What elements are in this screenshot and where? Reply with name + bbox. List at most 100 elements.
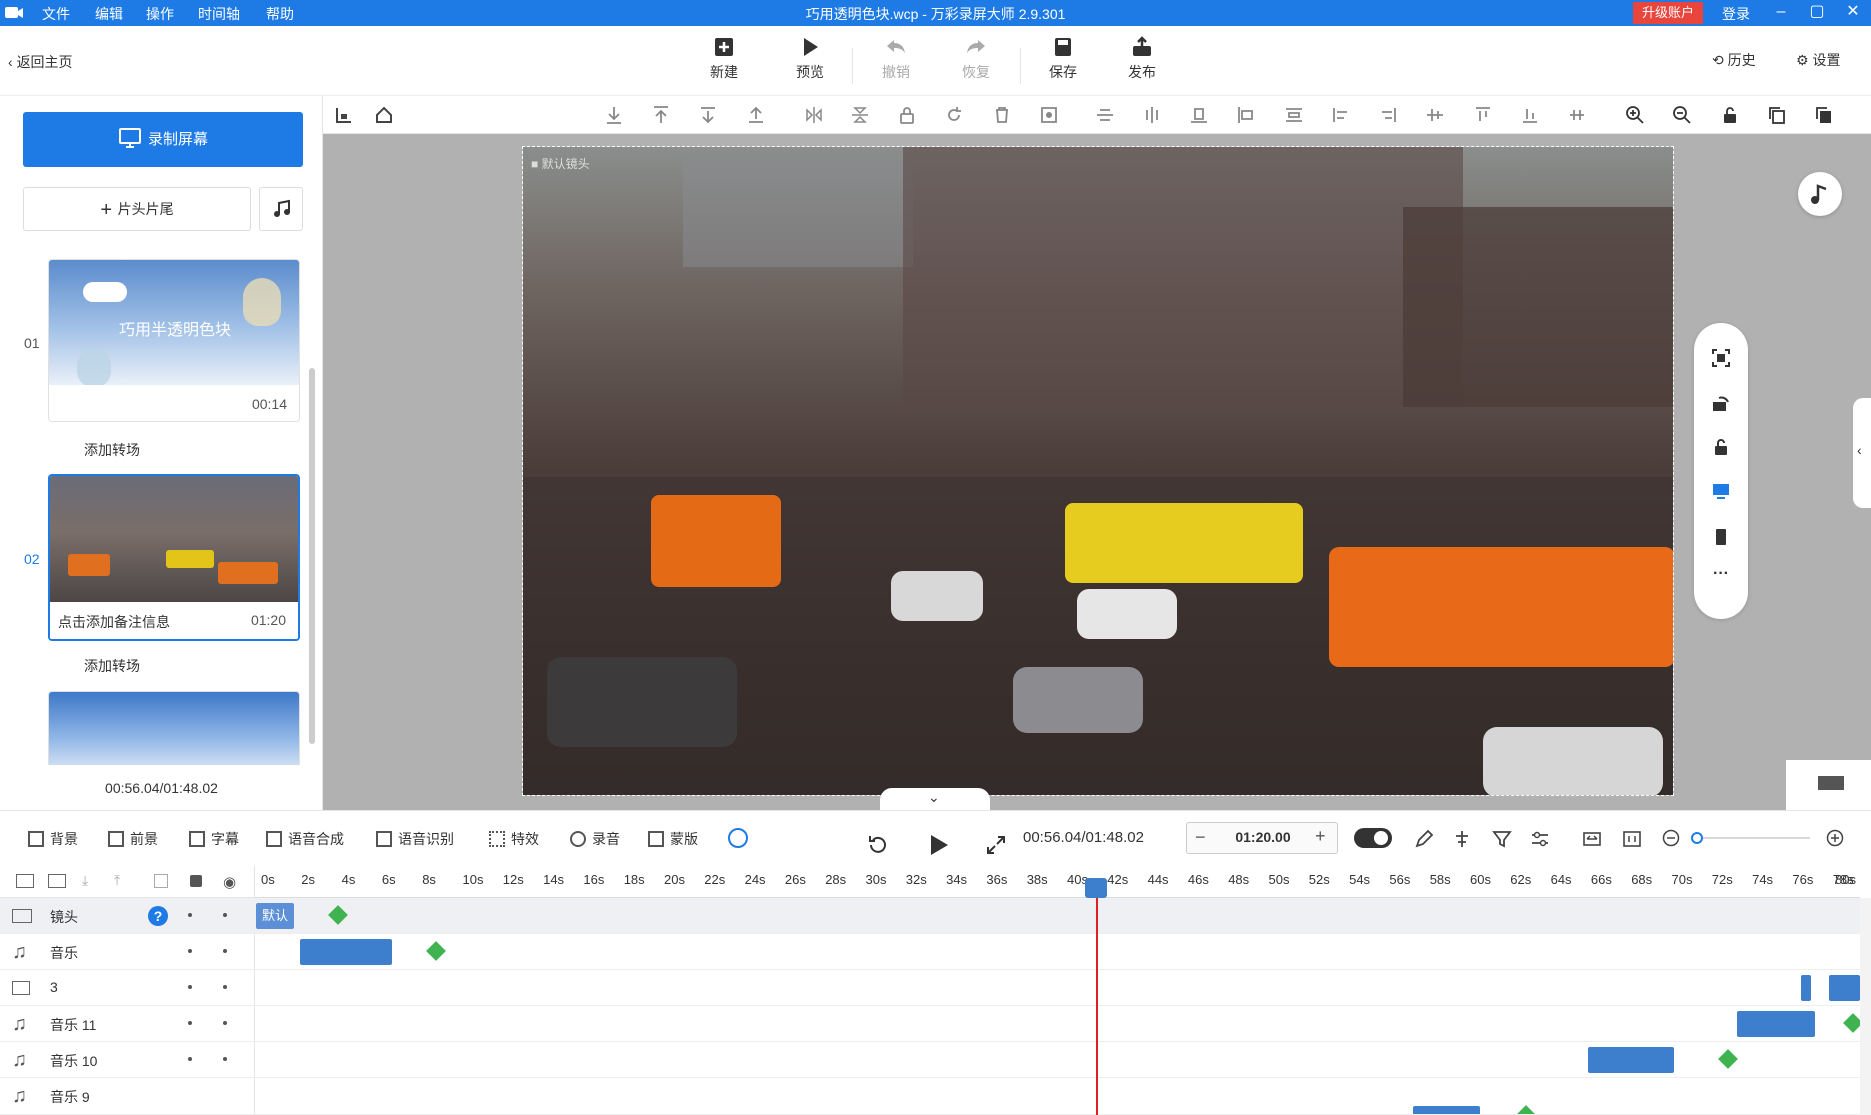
scene-card-02[interactable]: 点击添加备注信息 01:20: [48, 474, 300, 641]
audio-clip[interactable]: [1588, 1047, 1674, 1073]
visible-dot[interactable]: [223, 985, 227, 989]
audio-clip[interactable]: [1413, 1106, 1480, 1114]
duration-stepper[interactable]: − 01:20.00 +: [1186, 822, 1338, 854]
replay-icon[interactable]: [866, 833, 890, 857]
crop-icon[interactable]: [1039, 105, 1059, 125]
distribute-h-icon[interactable]: [1284, 105, 1304, 125]
decrease-duration-button[interactable]: −: [1195, 827, 1206, 848]
visible-dot[interactable]: [223, 949, 227, 953]
scene-preview[interactable]: ■ 默认镜头: [522, 146, 1674, 796]
foreground-tool[interactable]: 前景: [108, 829, 158, 849]
lane-music-9[interactable]: [255, 1078, 1860, 1115]
scene-card-01[interactable]: 巧用半透明色块 00:14: [48, 259, 300, 422]
playhead-handle[interactable]: [1085, 878, 1107, 898]
align-center-h-icon[interactable]: [1095, 105, 1115, 125]
publish-button[interactable]: 发布: [1112, 36, 1172, 82]
fit-width-icon[interactable]: [1582, 829, 1602, 849]
record-audio-tool[interactable]: 录音: [570, 829, 620, 849]
visible-dot[interactable]: [223, 1021, 227, 1025]
move-track-up-icon[interactable]: ⤒: [114, 872, 120, 889]
add-transition-link[interactable]: 添加转场: [84, 440, 140, 460]
adjust-icon[interactable]: [1530, 829, 1550, 849]
zoom-in-timeline-icon[interactable]: [1826, 829, 1844, 847]
lock-icon[interactable]: [897, 105, 917, 125]
help-icon[interactable]: ?: [148, 906, 168, 926]
align-text-left-icon[interactable]: [1331, 105, 1351, 125]
zoom-out-icon[interactable]: [1672, 105, 1692, 125]
duration-value[interactable]: 01:20.00: [1219, 829, 1307, 845]
redo-button[interactable]: 恢复: [946, 36, 1006, 82]
unlock-icon[interactable]: [1711, 437, 1731, 457]
save-button[interactable]: 保存: [1033, 36, 1093, 82]
add-keyframe-icon[interactable]: [1718, 1049, 1738, 1069]
timeline-zoom-slider[interactable]: [1691, 832, 1703, 844]
login-link[interactable]: 登录: [1722, 4, 1750, 24]
background-music-button[interactable]: [1798, 172, 1842, 216]
preview-button[interactable]: 预览: [780, 36, 840, 82]
lane-camera[interactable]: 默认: [255, 898, 1860, 934]
audio-clip[interactable]: [300, 939, 392, 965]
add-track-icon[interactable]: [48, 874, 66, 888]
back-home-button[interactable]: ‹ 返回主页: [8, 52, 73, 72]
send-bottom-icon[interactable]: [746, 105, 766, 125]
close-icon[interactable]: ✕: [1838, 0, 1868, 26]
lane-music-11[interactable]: [255, 1006, 1863, 1042]
delete-icon[interactable]: [992, 105, 1012, 125]
track-music[interactable]: ♫ 音乐: [0, 934, 255, 970]
track-music-10[interactable]: ♫ 音乐 10: [0, 1042, 255, 1078]
add-keyframe-icon[interactable]: [328, 905, 348, 925]
audio-clip[interactable]: [1737, 1011, 1815, 1037]
copy-icon[interactable]: [1767, 105, 1787, 125]
upgrade-account-button[interactable]: 升级账户: [1633, 2, 1703, 24]
background-tool[interactable]: 背景: [28, 829, 78, 849]
panel-collapse-button[interactable]: ‹: [1853, 398, 1871, 508]
align-base-icon[interactable]: [1520, 105, 1540, 125]
rotate-screen-icon[interactable]: [1711, 393, 1731, 413]
align-center-v-icon[interactable]: [1142, 105, 1162, 125]
image-clip[interactable]: [1801, 975, 1811, 1001]
minimap[interactable]: [1786, 760, 1871, 810]
lock-dot[interactable]: [188, 985, 192, 989]
increase-duration-button[interactable]: +: [1315, 826, 1326, 847]
record-screen-button[interactable]: 录制屏幕: [23, 112, 303, 167]
tts-tool[interactable]: 语音合成: [266, 829, 344, 849]
subtitle-tool[interactable]: 字幕: [189, 829, 239, 849]
settings-button[interactable]: ⚙ 设置: [1796, 50, 1840, 70]
add-keyframe-icon[interactable]: [1516, 1105, 1536, 1114]
history-button[interactable]: ⟲ 历史: [1712, 50, 1756, 70]
bring-top-icon[interactable]: [698, 105, 718, 125]
track-music-11[interactable]: ♫ 音乐 11: [0, 1006, 255, 1042]
fit-screen-icon[interactable]: [1711, 348, 1731, 368]
scene-note[interactable]: 点击添加备注信息: [58, 612, 170, 632]
paste-icon[interactable]: [1814, 105, 1834, 125]
track-camera[interactable]: 镜头 ?: [0, 898, 255, 934]
ratio-icon[interactable]: [1622, 829, 1642, 849]
add-keyframe-icon[interactable]: [426, 941, 446, 961]
unlock-icon[interactable]: [1720, 105, 1740, 125]
sidebar-scrollbar[interactable]: [309, 368, 315, 744]
align-bottom-icon[interactable]: [1189, 105, 1209, 125]
zoom-in-icon[interactable]: [1625, 105, 1645, 125]
align-top-icon[interactable]: [1473, 105, 1493, 125]
add-folder-icon[interactable]: [16, 874, 34, 888]
image-clip[interactable]: [1829, 975, 1860, 1001]
flip-horizontal-icon[interactable]: [804, 105, 824, 125]
timeline-scrollbar[interactable]: [1860, 898, 1871, 1115]
home-icon[interactable]: [374, 105, 394, 125]
visibility-icon[interactable]: ◉: [223, 873, 236, 891]
speech-recognition-tool[interactable]: 语音识别: [376, 829, 454, 849]
lock-dot[interactable]: [188, 913, 192, 917]
timeline-tracks[interactable]: 默认: [255, 898, 1863, 1115]
mobile-view-icon[interactable]: [1711, 527, 1731, 547]
more-tools-icon[interactable]: [728, 828, 748, 848]
track-music-9[interactable]: ♫ 音乐 9: [0, 1078, 255, 1115]
minimize-icon[interactable]: –: [1766, 0, 1796, 26]
align-left-icon[interactable]: [1236, 105, 1256, 125]
lock-dot[interactable]: [188, 1021, 192, 1025]
align-middle-icon[interactable]: [1425, 105, 1445, 125]
camera-keyframe-chip[interactable]: 默认: [256, 903, 294, 929]
lane-image-3[interactable]: [255, 970, 1860, 1006]
undo-button[interactable]: 撤销: [866, 36, 926, 82]
lock-dot[interactable]: [188, 1057, 192, 1061]
more-icon[interactable]: ···: [1711, 565, 1731, 585]
